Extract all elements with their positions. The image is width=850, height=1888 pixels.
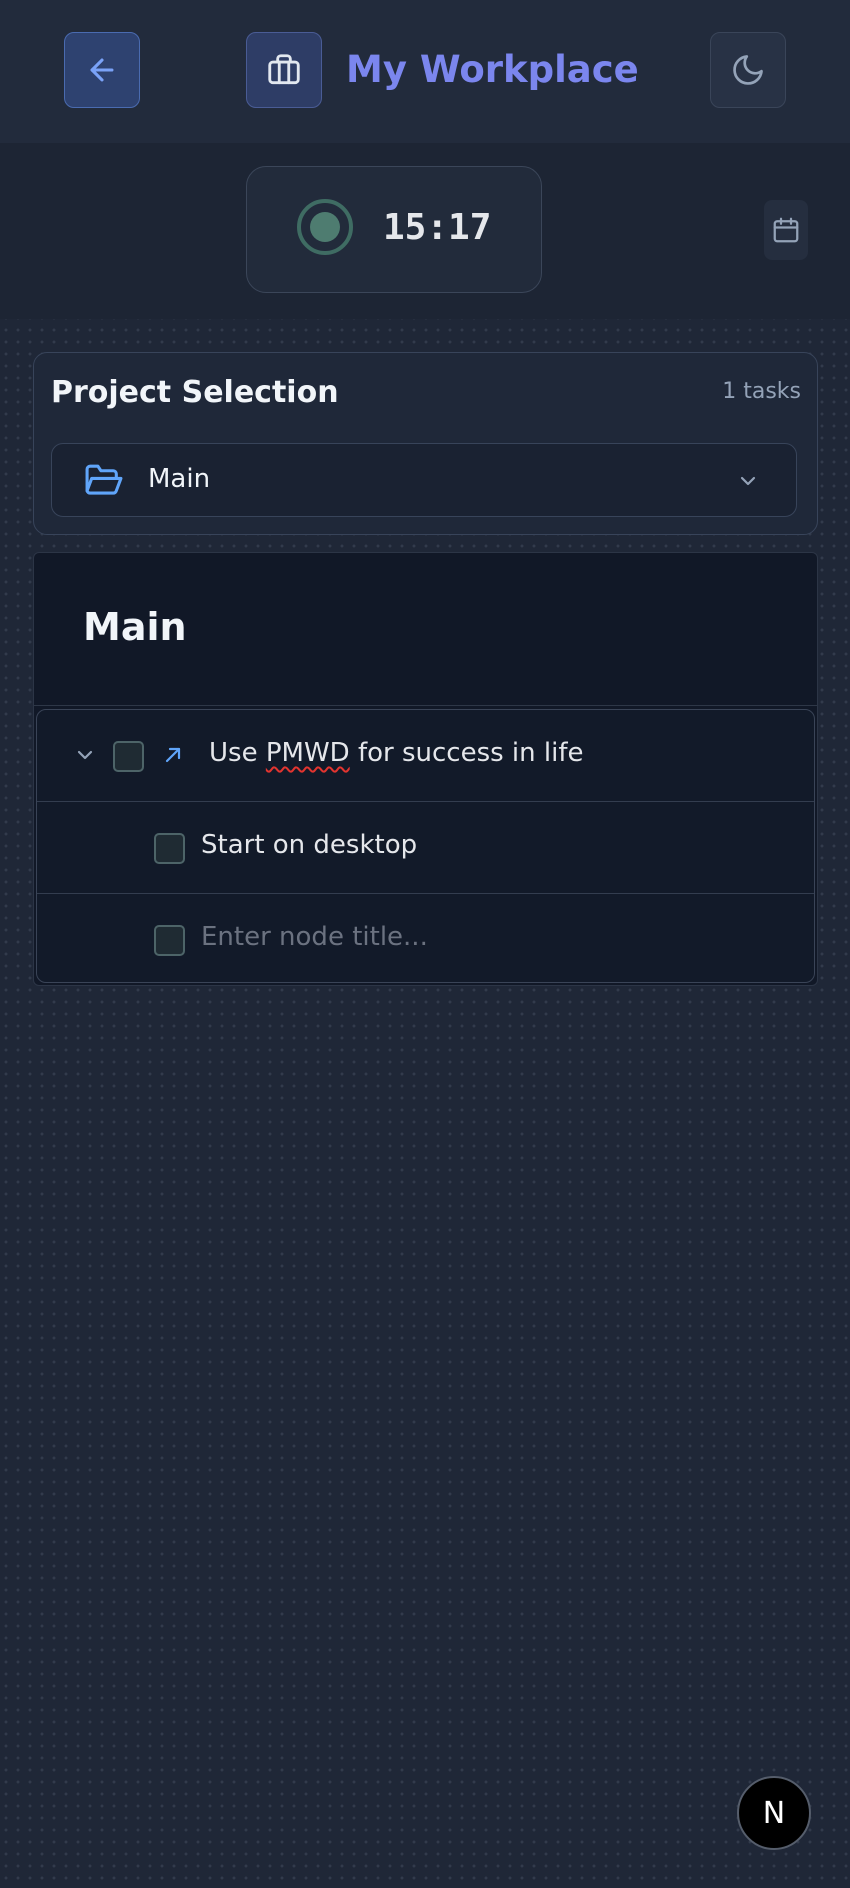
- timer-widget[interactable]: 15:17: [246, 166, 542, 293]
- task-title-part: for success in life: [349, 738, 584, 768]
- record-indicator-icon[interactable]: [297, 199, 353, 255]
- task-title-misspelled-word: PMWD: [265, 738, 350, 768]
- theme-toggle-button[interactable]: [710, 32, 786, 108]
- briefcase-icon: [265, 51, 303, 89]
- tree-header: Main: [34, 553, 817, 706]
- arrow-up-right-icon[interactable]: [161, 743, 185, 767]
- arrow-left-icon: [85, 53, 119, 87]
- timer-time: 15:17: [383, 207, 492, 248]
- selected-project-label: Main: [148, 464, 211, 494]
- workplace-button[interactable]: [246, 32, 322, 108]
- back-button[interactable]: [64, 32, 140, 108]
- new-node-row[interactable]: Enter node title...: [37, 894, 814, 982]
- n-badge-button[interactable]: N: [737, 1776, 811, 1850]
- task-title-part: Use: [209, 738, 266, 768]
- task-row[interactable]: Use PMWD for success in life: [37, 710, 814, 802]
- task-title[interactable]: Use PMWD for success in life: [209, 738, 584, 768]
- project-dropdown[interactable]: Main: [51, 443, 797, 517]
- chevron-down-icon: [736, 469, 760, 493]
- task-checkbox[interactable]: [154, 925, 185, 956]
- project-selection-card: Project Selection 1 tasks Main: [33, 352, 818, 535]
- calendar-icon: [771, 215, 801, 245]
- chevron-down-icon[interactable]: [73, 743, 97, 767]
- tree-title: Main: [83, 605, 187, 649]
- task-title[interactable]: Start on desktop: [201, 830, 417, 860]
- task-checkbox[interactable]: [154, 833, 185, 864]
- task-checkbox[interactable]: [113, 741, 144, 772]
- task-row[interactable]: Start on desktop: [37, 802, 814, 894]
- moon-icon: [730, 52, 766, 88]
- calendar-button[interactable]: [764, 200, 808, 260]
- app-title: My Workplace: [346, 48, 639, 91]
- folder-open-icon: [84, 463, 124, 497]
- task-count: 1 tasks: [722, 379, 801, 404]
- top-header: My Workplace: [0, 0, 850, 143]
- project-selection-title: Project Selection: [51, 375, 339, 410]
- task-tree-panel: Main Use PMWD for success in life Start …: [33, 552, 818, 986]
- task-list: Use PMWD for success in life Start on de…: [36, 709, 815, 983]
- new-node-title-input[interactable]: Enter node title...: [201, 922, 428, 952]
